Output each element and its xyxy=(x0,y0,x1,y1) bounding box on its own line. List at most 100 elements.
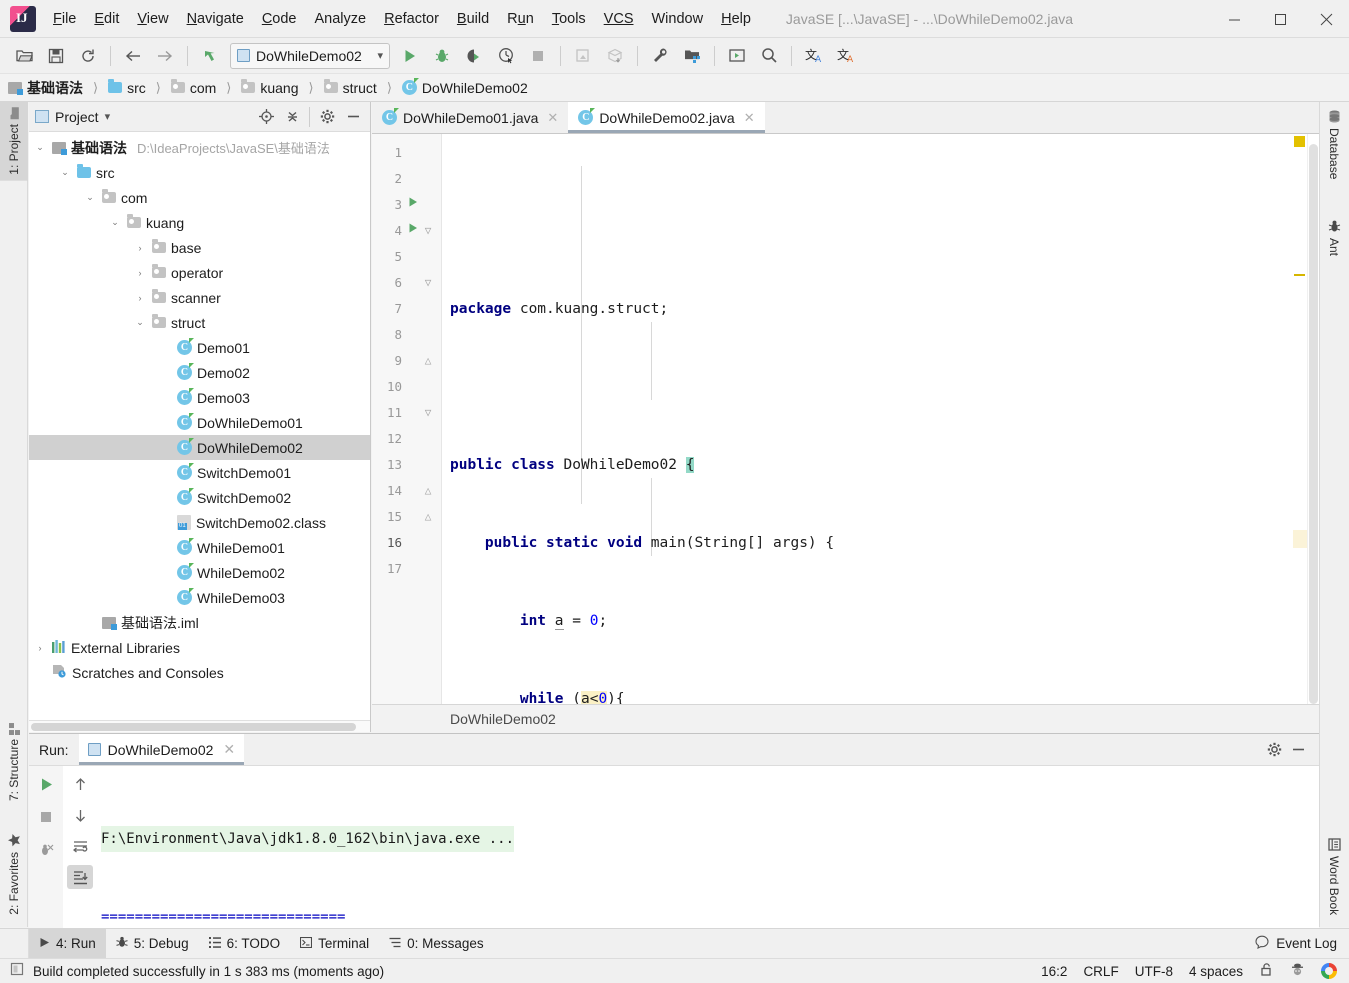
tree-item-dowhiledemo01[interactable]: CDoWhileDemo01 xyxy=(29,410,370,435)
tree-expand-arrow[interactable]: › xyxy=(133,268,147,278)
back-icon[interactable] xyxy=(119,43,147,69)
debug-button[interactable] xyxy=(428,43,456,69)
bottom-tab-debug[interactable]: 5: Debug xyxy=(106,929,199,959)
tree-item-switchdemo01[interactable]: CSwitchDemo01 xyxy=(29,460,370,485)
code-folding-icon[interactable]: △ xyxy=(420,348,436,374)
tree-expand-arrow[interactable]: ⌄ xyxy=(83,192,97,203)
breadcrumb-item-0[interactable]: 基础语法 xyxy=(27,78,83,98)
sidebar-item-structure[interactable]: 7: Structure xyxy=(0,717,28,807)
gear-icon[interactable] xyxy=(1263,739,1285,761)
close-icon[interactable]: ✕ xyxy=(547,110,558,126)
menu-navigate[interactable]: Navigate xyxy=(178,7,253,31)
tree-expand-arrow[interactable]: › xyxy=(133,293,147,303)
soft-wrap-icon[interactable] xyxy=(67,834,93,858)
tree-item-scanner[interactable]: ›scanner xyxy=(29,285,370,310)
close-icon[interactable]: ✕ xyxy=(223,741,235,758)
tree-item-switchdemo02class[interactable]: SwitchDemo02.class xyxy=(29,510,370,535)
tree-expand-arrow[interactable]: ⌄ xyxy=(33,142,47,153)
tree-item-operator[interactable]: ›operator xyxy=(29,260,370,285)
editor-error-stripe[interactable] xyxy=(1293,134,1307,704)
hide-panel-icon[interactable] xyxy=(1287,739,1309,761)
run-button[interactable] xyxy=(396,43,424,69)
tree-expand-arrow[interactable]: › xyxy=(33,643,47,653)
gutter-line-13[interactable]: 13 xyxy=(372,452,441,478)
gutter-line-8[interactable]: 8 xyxy=(372,322,441,348)
menu-view[interactable]: View xyxy=(128,7,177,31)
project-tree[interactable]: ⌄基础语法D:\IdeaProjects\JavaSE\基础语法⌄src⌄com… xyxy=(29,132,370,720)
tree-item-whiledemo01[interactable]: CWhileDemo01 xyxy=(29,535,370,560)
menu-vcs[interactable]: VCS xyxy=(595,7,643,31)
line-separator[interactable]: CRLF xyxy=(1083,964,1118,979)
tab-dowhiledemo01[interactable]: C DoWhileDemo01.java ✕ xyxy=(372,102,568,133)
file-encoding[interactable]: UTF-8 xyxy=(1135,964,1173,979)
tree-expand-arrow[interactable]: › xyxy=(133,243,147,253)
run-configuration-selector[interactable]: DoWhileDemo02 ▾ xyxy=(230,43,390,69)
tree-item-switchdemo02[interactable]: CSwitchDemo02 xyxy=(29,485,370,510)
breadcrumb-item-1[interactable]: src xyxy=(127,80,146,96)
minimize-button[interactable] xyxy=(1211,0,1257,38)
caret-position[interactable]: 16:2 xyxy=(1041,964,1067,979)
last-edit-location-icon[interactable] xyxy=(196,43,224,69)
gutter-line-11[interactable]: 11▽ xyxy=(372,400,441,426)
lock-icon[interactable] xyxy=(1259,962,1274,980)
gear-icon[interactable] xyxy=(316,106,338,128)
sidebar-item-project[interactable]: 1: Project xyxy=(0,102,28,181)
tab-dowhiledemo02[interactable]: C DoWhileDemo02.java ✕ xyxy=(568,102,764,133)
code-folding-icon[interactable]: △ xyxy=(420,478,436,504)
search-everywhere-icon[interactable] xyxy=(755,43,783,69)
menu-help[interactable]: Help xyxy=(712,7,760,31)
gutter-line-7[interactable]: 7 xyxy=(372,296,441,322)
bottom-tab-messages[interactable]: 0: Messages xyxy=(379,929,494,959)
menu-refactor[interactable]: Refactor xyxy=(375,7,448,31)
translate-orange-icon[interactable]: 文A xyxy=(832,43,860,69)
project-structure-icon[interactable] xyxy=(678,43,706,69)
rerun-button[interactable] xyxy=(33,772,59,796)
hector-inspection-icon[interactable] xyxy=(1290,962,1305,980)
editor-vscrollbar[interactable] xyxy=(1307,134,1319,704)
code-editor[interactable]: 1234▽56▽789△1011▽121314△15△1617 package … xyxy=(372,134,1319,704)
tree-item-kuang[interactable]: ⌄kuang xyxy=(29,210,370,235)
tree-item-whiledemo03[interactable]: CWhileDemo03 xyxy=(29,585,370,610)
run-panel-tab[interactable]: DoWhileDemo02 ✕ xyxy=(79,734,245,765)
menu-analyze[interactable]: Analyze xyxy=(306,7,376,31)
gutter-line-1[interactable]: 1 xyxy=(372,140,441,166)
close-icon[interactable]: ✕ xyxy=(744,110,755,126)
breadcrumb-item-4[interactable]: struct xyxy=(343,80,377,96)
menu-edit[interactable]: Edit xyxy=(85,7,128,31)
collapse-all-icon[interactable] xyxy=(281,106,303,128)
menu-window[interactable]: Window xyxy=(643,7,713,31)
settings-wrench-icon[interactable] xyxy=(646,43,674,69)
gutter-line-14[interactable]: 14△ xyxy=(372,478,441,504)
tree-expand-arrow[interactable]: ⌄ xyxy=(58,167,72,178)
dump-threads-icon[interactable] xyxy=(33,838,59,862)
tree-item-demo02[interactable]: CDemo02 xyxy=(29,360,370,385)
hide-panel-icon[interactable] xyxy=(342,106,364,128)
menu-tools[interactable]: Tools xyxy=(543,7,595,31)
bottom-tab-todo[interactable]: 6: TODO xyxy=(199,929,291,959)
tree-expand-arrow[interactable]: ⌄ xyxy=(133,317,147,328)
tree-expand-arrow[interactable]: ⌄ xyxy=(108,217,122,228)
bottom-tab-run[interactable]: 4: Run xyxy=(29,929,106,959)
warning-stripe-mark[interactable] xyxy=(1294,274,1305,276)
close-button[interactable] xyxy=(1303,0,1349,38)
sidebar-item-favorites[interactable]: 2: Favorites xyxy=(0,830,28,921)
tree-item-[interactable]: ⌄基础语法D:\IdeaProjects\JavaSE\基础语法 xyxy=(29,135,370,160)
sidebar-item-word-book[interactable]: Word Book xyxy=(1319,832,1349,921)
gutter-line-5[interactable]: 5 xyxy=(372,244,441,270)
scrollbar-thumb[interactable] xyxy=(31,723,356,731)
scrollbar-thumb[interactable] xyxy=(1309,144,1318,704)
gutter-line-9[interactable]: 9△ xyxy=(372,348,441,374)
forward-icon[interactable] xyxy=(151,43,179,69)
source-code[interactable]: package com.kuang.struct; public class D… xyxy=(442,134,1293,704)
editor-breadcrumb[interactable]: DoWhileDemo02 xyxy=(372,704,1319,732)
code-folding-icon[interactable]: ▽ xyxy=(420,270,436,296)
gutter-line-2[interactable]: 2 xyxy=(372,166,441,192)
tree-item-demo01[interactable]: CDemo01 xyxy=(29,335,370,360)
tree-item-base[interactable]: ›base xyxy=(29,235,370,260)
bottom-tab-terminal[interactable]: Terminal xyxy=(290,929,379,959)
tree-item-dowhiledemo02[interactable]: CDoWhileDemo02 xyxy=(29,435,370,460)
project-tree-hscrollbar[interactable] xyxy=(29,720,370,732)
breadcrumb-item-2[interactable]: com xyxy=(190,80,216,96)
gutter-line-16[interactable]: 16 xyxy=(372,530,441,556)
chevron-down-icon[interactable]: ▾ xyxy=(105,110,111,123)
